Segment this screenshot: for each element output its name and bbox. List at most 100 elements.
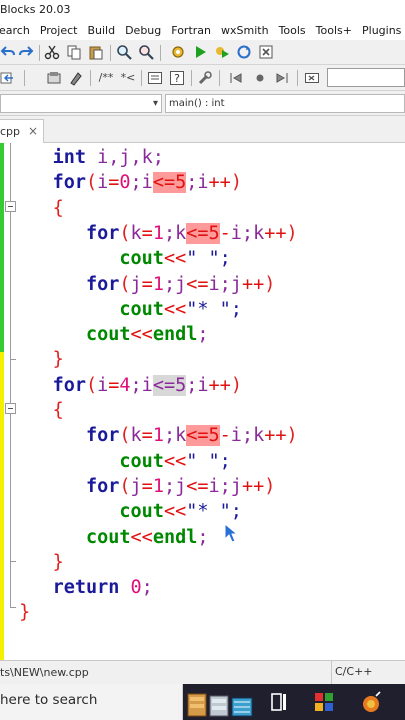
code-token: cout	[119, 248, 164, 270]
code-token: j	[130, 273, 142, 295]
menu-build[interactable]: Build	[82, 24, 120, 37]
comment-button[interactable]: /**	[96, 70, 116, 86]
code-token: }	[19, 602, 31, 624]
code-line[interactable]: }	[8, 550, 64, 575]
menu-tools[interactable]: Tools	[274, 24, 311, 37]
code-line[interactable]: int i,j,k;	[8, 145, 164, 170]
code-line[interactable]: for(i=4;i<=5;i++)	[8, 373, 242, 398]
code-line[interactable]: cout<<endl;	[8, 322, 209, 347]
taskbar-search-box[interactable]: here to search	[0, 684, 183, 720]
code-line[interactable]: cout<<" ";	[8, 449, 231, 474]
code-token: )	[230, 374, 242, 396]
code-line[interactable]: cout<<"* ";	[8, 297, 242, 322]
code-token: <=	[186, 273, 209, 295]
uncomment-button[interactable]: *<	[119, 70, 137, 86]
tab-new-cpp[interactable]: cpp ×	[0, 119, 44, 143]
rebuild-icon[interactable]	[236, 44, 252, 60]
code-line[interactable]: cout<<" ";	[8, 246, 231, 271]
code-line[interactable]: return 0;	[8, 575, 153, 600]
code-line[interactable]: {	[8, 196, 64, 221]
code-token: ++	[264, 222, 287, 244]
code-line[interactable]: }	[8, 347, 64, 372]
bookmark-dot-icon[interactable]	[252, 70, 268, 86]
codeblocks-app-icon[interactable]	[312, 690, 336, 714]
toggle-bookmark-icon[interactable]	[46, 70, 62, 86]
code-line[interactable]: for(k=1;k<=5-i;k++)	[8, 221, 298, 246]
code-line[interactable]: cout<<"* ";	[8, 499, 242, 524]
redo-icon[interactable]	[18, 44, 34, 60]
code-line[interactable]: for(j=1;j<=i;j++)	[8, 272, 275, 297]
menu-project[interactable]: Project	[35, 24, 83, 37]
menu-plugins[interactable]: Plugins	[357, 24, 405, 37]
menu-tools-plus[interactable]: Tools+	[311, 24, 357, 37]
cut-icon[interactable]	[44, 44, 60, 60]
code-token: for	[85, 273, 120, 295]
code-line[interactable]: }	[8, 600, 30, 625]
scope-dropdown[interactable]: ▾	[0, 94, 162, 113]
replace-icon[interactable]	[138, 44, 154, 60]
highlight-icon[interactable]	[68, 70, 84, 86]
jump-back-icon[interactable]	[0, 70, 16, 86]
doxy-block-icon[interactable]	[147, 70, 163, 86]
main-toolbar	[0, 40, 405, 65]
code-token: =	[108, 172, 120, 194]
code-line[interactable]: for(k=1;k<=5-i;k++)	[8, 423, 298, 448]
language-indicator: C/C++	[331, 661, 405, 685]
paste-icon[interactable]	[88, 44, 104, 60]
code-line[interactable]: cout<<endl;	[8, 525, 209, 550]
find-icon[interactable]	[116, 44, 132, 60]
toolbar-separator	[90, 70, 91, 86]
code-token: for	[52, 172, 86, 194]
build-gear-icon[interactable]	[170, 44, 186, 60]
run-icon[interactable]	[192, 44, 208, 60]
code-token: ;	[197, 324, 209, 346]
code-token: "* ";	[186, 298, 242, 320]
menu-bar: earch Project Build Debug Fortran wxSmit…	[0, 21, 405, 40]
code-token: for	[52, 374, 86, 396]
abort-icon[interactable]	[258, 44, 274, 60]
code-token: 1	[152, 273, 164, 295]
next-bookmark-icon[interactable]	[274, 70, 290, 86]
toolbar-search-input[interactable]	[327, 68, 405, 87]
code-token: " ";	[186, 248, 231, 270]
code-token: ;i	[130, 172, 153, 194]
task-view-icon[interactable]	[267, 690, 291, 714]
function-dropdown[interactable]: main() : int	[165, 94, 405, 113]
code-token: ;j	[163, 475, 187, 497]
menu-search[interactable]: earch	[0, 24, 35, 37]
title-bar: Blocks 20.03	[0, 0, 405, 22]
code-line[interactable]: for(j=1;j<=i;j++)	[8, 474, 275, 499]
prev-bookmark-icon[interactable]	[228, 70, 244, 86]
code-token: " ";	[186, 450, 231, 472]
menu-wxsmith[interactable]: wxSmith	[216, 24, 274, 37]
code-line[interactable]: {	[8, 398, 64, 423]
code-token: )	[264, 273, 276, 295]
code-token: (	[119, 475, 131, 497]
clear-icon[interactable]	[304, 70, 320, 86]
code-token: <<	[163, 298, 187, 320]
app-bomb-icon[interactable]	[360, 690, 384, 714]
build-run-icon[interactable]	[214, 44, 230, 60]
code-line[interactable]: for(i=0;i<=5;i++)	[8, 170, 242, 195]
undo-icon[interactable]	[0, 44, 16, 60]
code-token: i;k	[230, 425, 265, 447]
help-icon[interactable]: ?	[169, 70, 185, 86]
copy-icon[interactable]	[66, 44, 82, 60]
menu-fortran[interactable]: Fortran	[166, 24, 216, 37]
menu-debug[interactable]: Debug	[120, 24, 166, 37]
code-token: 1	[152, 475, 164, 497]
code-token: <<	[130, 324, 153, 346]
file-cabinets-icon[interactable]	[186, 688, 254, 718]
code-token: return	[52, 577, 120, 599]
close-icon[interactable]: ×	[28, 124, 38, 138]
code-editor[interactable]: int i,j,k; for(i=0;i<=5;i++) { for(k=1;k…	[0, 143, 405, 660]
edit-toolbar: /** *< ?	[0, 65, 405, 91]
toolbar-separator	[110, 45, 111, 61]
settings-wrench-icon[interactable]	[197, 70, 213, 86]
code-token: ++	[264, 425, 287, 447]
tab-label: cpp	[0, 125, 21, 138]
code-token: 4	[119, 374, 131, 396]
